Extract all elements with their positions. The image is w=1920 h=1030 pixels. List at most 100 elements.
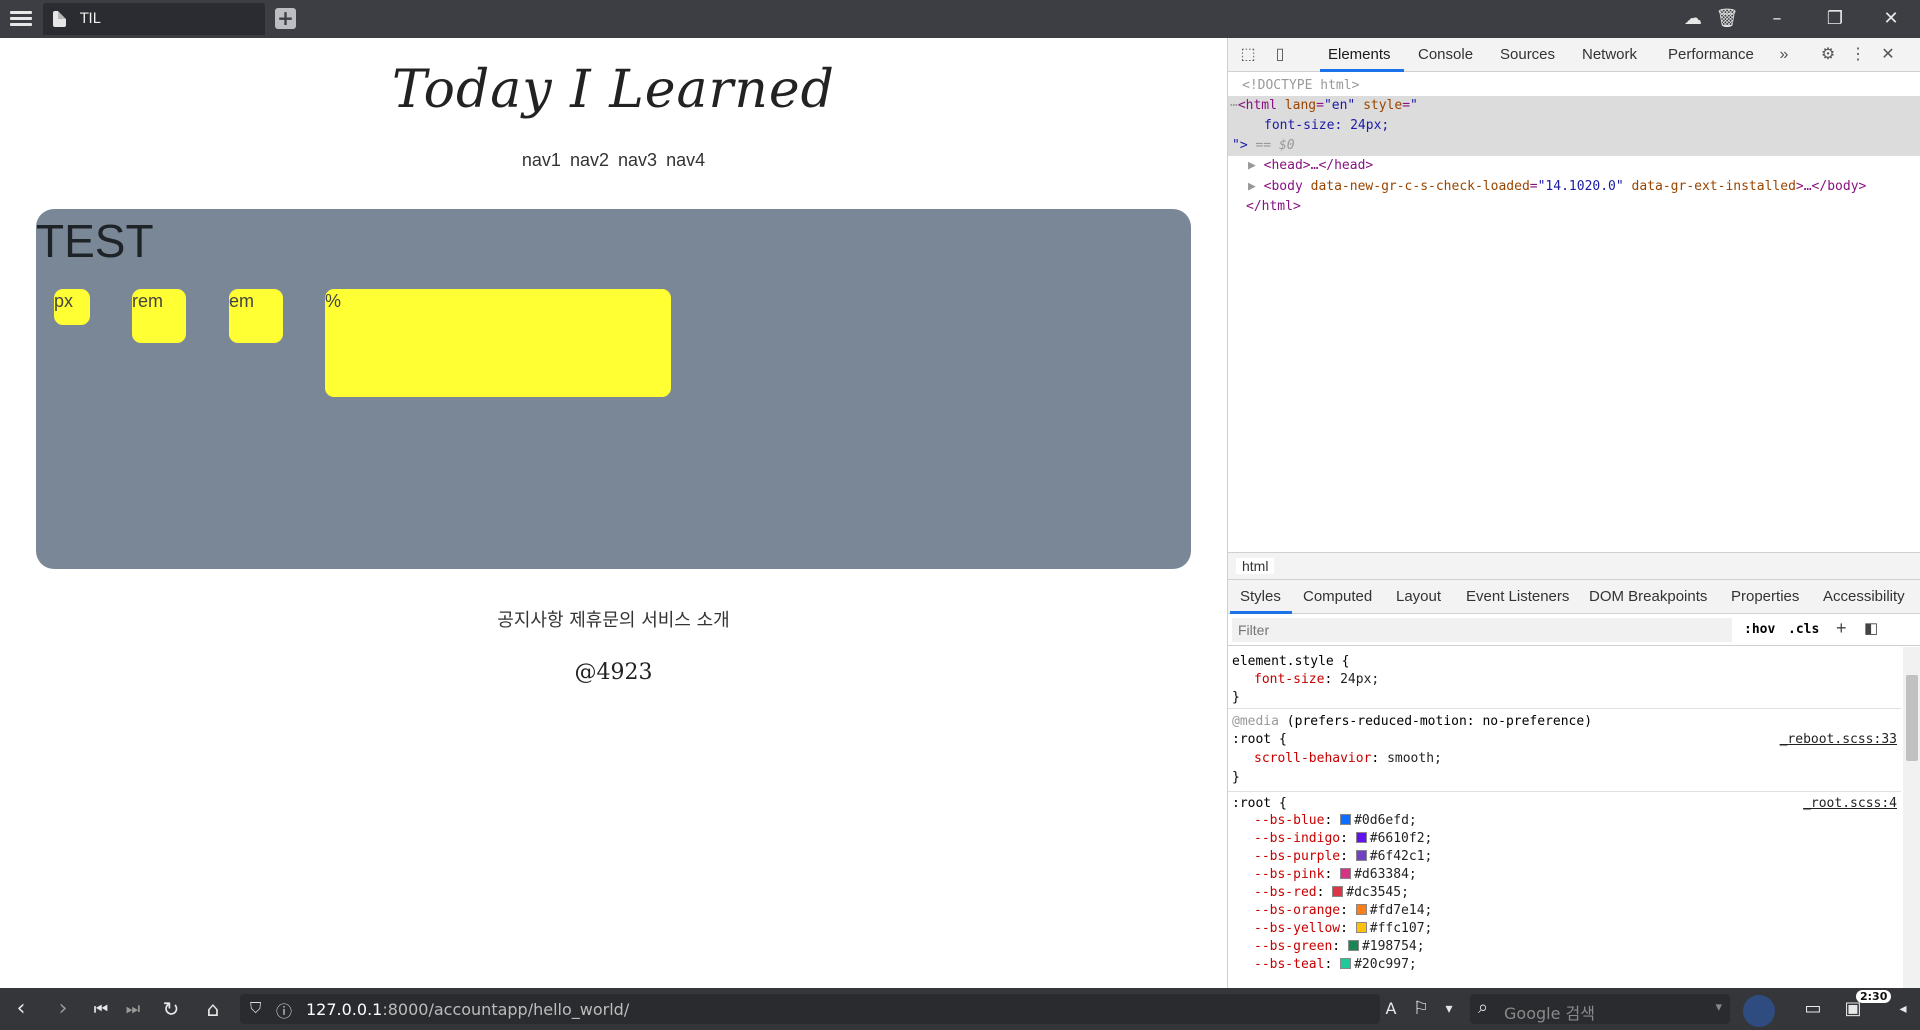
- tab-layout[interactable]: Layout: [1396, 588, 1441, 605]
- css-variable-row: --bs-orange: #fd7e14;: [1254, 903, 1433, 918]
- breadcrumb-html[interactable]: html: [1236, 558, 1275, 574]
- browser-tab[interactable]: TIL: [43, 3, 265, 35]
- nav-link-4[interactable]: nav4: [666, 150, 705, 170]
- footer-copyright: @4923: [574, 660, 653, 685]
- tab-accessibility[interactable]: Accessibility: [1823, 588, 1905, 605]
- chevron-left-icon[interactable]: ◂: [1890, 996, 1916, 1022]
- chevron-down-icon[interactable]: ▾: [1436, 996, 1462, 1022]
- tab-network[interactable]: Network: [1582, 46, 1637, 63]
- footer-links[interactable]: 공지사항 제휴문의 서비스 소개: [0, 606, 1227, 632]
- tab-dom-breakpoints[interactable]: DOM Breakpoints: [1589, 588, 1707, 605]
- tab-properties[interactable]: Properties: [1731, 588, 1799, 605]
- box-px: px: [54, 289, 90, 325]
- head-node-line[interactable]: ▶ <head>…</head>: [1248, 158, 1373, 173]
- home-icon[interactable]: ⌂: [200, 996, 226, 1022]
- search-icon: ⌕: [1478, 997, 1489, 1018]
- address-bar[interactable]: ⛉ ⓘ 127.0.0.1:8000/accountapp/hello_worl…: [240, 994, 1380, 1024]
- inspect-element-icon[interactable]: ⬚: [1238, 45, 1258, 65]
- back-icon[interactable]: ‹: [8, 996, 34, 1022]
- styles-scrollbar[interactable]: [1903, 647, 1920, 988]
- devtools-panel: ⬚ ▯ Elements Console Sources Network Per…: [1227, 38, 1920, 988]
- body-node-line[interactable]: ▶ <body data-new-gr-c-s-check-loaded="14…: [1248, 179, 1866, 194]
- color-swatch[interactable]: [1340, 814, 1352, 825]
- color-swatch[interactable]: [1347, 940, 1359, 951]
- device-toolbar-icon[interactable]: ▯: [1270, 45, 1290, 65]
- nav-link-3[interactable]: nav3: [618, 150, 657, 170]
- box-percent: %: [325, 289, 671, 397]
- css-variable-row: --bs-indigo: #6610f2;: [1254, 831, 1433, 846]
- kebab-menu-icon[interactable]: ⋮: [1848, 45, 1868, 65]
- hov-toggle[interactable]: :hov: [1744, 622, 1775, 637]
- filter-input[interactable]: [1232, 618, 1732, 642]
- close-devtools-icon[interactable]: ✕: [1878, 45, 1898, 65]
- search-dropdown-icon[interactable]: ▾: [1715, 1000, 1722, 1015]
- rule-root-vars: :root { _root.scss:4 --bs-blue: #0d6efd;…: [1232, 796, 1897, 972]
- css-variable-row: --bs-red: #dc3545;: [1254, 885, 1409, 900]
- rule-element-style: element.style { font-size: 24px; }: [1228, 647, 1901, 709]
- more-tabs-icon[interactable]: »: [1774, 45, 1794, 65]
- toggle-sidebar-icon[interactable]: ◧: [1864, 619, 1878, 637]
- color-swatch[interactable]: [1332, 886, 1344, 897]
- source-link-reboot[interactable]: _reboot.scss:33: [1780, 732, 1897, 747]
- nav-link-1[interactable]: nav1: [522, 150, 561, 170]
- color-swatch[interactable]: [1340, 958, 1352, 969]
- ellipsis-icon: ⋯: [1230, 98, 1238, 113]
- trash-icon[interactable]: 🗑: [1714, 6, 1740, 32]
- source-link-root[interactable]: _root.scss:4: [1803, 796, 1897, 811]
- expand-arrow-icon[interactable]: ▶: [1248, 179, 1256, 194]
- color-swatch[interactable]: [1355, 850, 1367, 861]
- search-field[interactable]: ⌕ Google 검색 ▾: [1470, 994, 1730, 1024]
- close-window-icon[interactable]: ✕: [1878, 6, 1904, 32]
- reload-icon[interactable]: ↻: [158, 996, 184, 1022]
- color-swatch[interactable]: [1355, 904, 1367, 915]
- test-heading: TEST: [36, 215, 154, 267]
- css-variable-row: --bs-green: #198754;: [1254, 939, 1425, 954]
- box-em: em: [229, 289, 283, 343]
- fast-forward-icon[interactable]: ⏭: [120, 996, 146, 1022]
- url-text[interactable]: 127.0.0.1:8000/accountapp/hello_world/: [306, 1000, 629, 1019]
- new-tab-button[interactable]: +: [275, 8, 296, 29]
- cloud-icon[interactable]: ☁: [1680, 6, 1706, 32]
- tab-event-listeners[interactable]: Event Listeners: [1466, 588, 1569, 605]
- html-style-value: font-size: 24px;: [1264, 118, 1390, 133]
- search-placeholder: Google 검색: [1504, 1004, 1595, 1023]
- box-rem: rem: [132, 289, 186, 343]
- clock-badge: 2:30: [1856, 990, 1892, 1003]
- rule-media-root: @media (prefers-reduced-motion: no-prefe…: [1228, 710, 1901, 792]
- scrollbar-thumb[interactable]: [1906, 675, 1918, 761]
- browser-bottom-bar: ‹ › ⏮ ⏭ ↻ ⌂ ⛉ ⓘ 127.0.0.1:8000/accountap…: [0, 988, 1920, 1030]
- minimize-icon[interactable]: –: [1764, 6, 1790, 32]
- site-info-icon[interactable]: ⓘ: [276, 998, 292, 1022]
- styles-pane: element.style { font-size: 24px; } @medi…: [1228, 647, 1920, 988]
- panel-icon[interactable]: ▭: [1800, 996, 1826, 1022]
- nav-link-2[interactable]: nav2: [570, 150, 609, 170]
- cls-toggle[interactable]: .cls: [1788, 622, 1819, 637]
- tab-elements[interactable]: Elements: [1328, 46, 1391, 63]
- menu-icon[interactable]: [8, 8, 34, 30]
- html-node-line[interactable]: ⋯<html lang="en" style=": [1230, 98, 1418, 113]
- color-swatch[interactable]: [1355, 832, 1367, 843]
- translate-icon[interactable]: A: [1378, 996, 1404, 1022]
- forward-icon[interactable]: ›: [50, 996, 76, 1022]
- css-variable-row: --bs-yellow: #ffc107;: [1254, 921, 1433, 936]
- new-rule-icon[interactable]: +: [1836, 618, 1847, 639]
- restore-icon[interactable]: ❐: [1822, 6, 1848, 32]
- color-swatch[interactable]: [1340, 868, 1352, 879]
- color-swatch[interactable]: [1355, 922, 1367, 933]
- rewind-icon[interactable]: ⏮: [88, 996, 114, 1022]
- avatar[interactable]: [1743, 995, 1775, 1027]
- styles-subtabs: Styles Computed Layout Event Listeners D…: [1228, 580, 1920, 614]
- shield-icon[interactable]: ⛉: [250, 999, 261, 1017]
- tab-performance[interactable]: Performance: [1668, 46, 1754, 63]
- page-viewport: Today I Learned nav1 nav2 nav3 nav4 TEST…: [0, 38, 1227, 988]
- tab-styles[interactable]: Styles: [1240, 588, 1281, 605]
- tab-computed[interactable]: Computed: [1303, 588, 1372, 605]
- breadcrumb: html: [1228, 552, 1920, 580]
- document-icon: [53, 11, 66, 27]
- tab-sources[interactable]: Sources: [1500, 46, 1555, 63]
- settings-gear-icon[interactable]: ⚙: [1818, 45, 1838, 65]
- page-title: Today I Learned: [392, 60, 835, 120]
- bookmark-icon[interactable]: ⚐: [1408, 996, 1434, 1022]
- expand-arrow-icon[interactable]: ▶: [1248, 158, 1256, 173]
- tab-console[interactable]: Console: [1418, 46, 1473, 63]
